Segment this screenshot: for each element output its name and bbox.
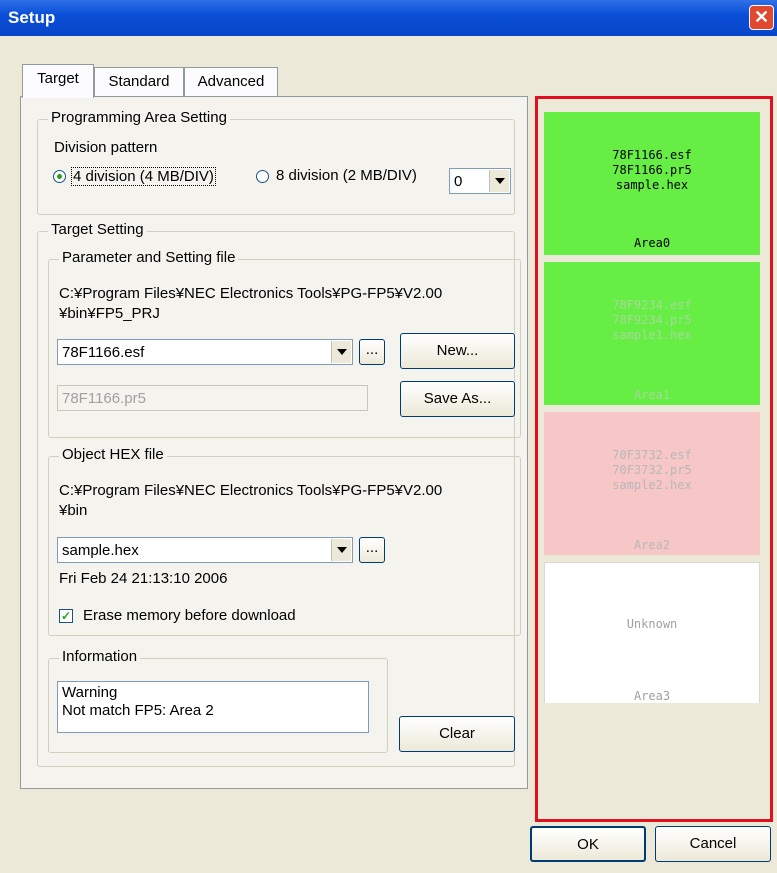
erase-memory-label[interactable]: Erase memory before download — [83, 607, 296, 624]
window-title: Setup — [8, 8, 56, 27]
new-button[interactable]: New... — [400, 333, 515, 369]
target-setting-legend: Target Setting — [48, 221, 147, 238]
cancel-button-label: Cancel — [689, 835, 737, 852]
tab-advanced-label: Advanced — [197, 73, 265, 90]
erase-memory-checkbox[interactable]: ✓ — [59, 609, 73, 623]
clear-button[interactable]: Clear — [399, 716, 515, 752]
radio-8-division-label[interactable]: 8 division (2 MB/DIV) — [276, 167, 417, 184]
information-line2: Not match FP5: Area 2 — [62, 702, 214, 719]
pr5-file-field: 78F1166.pr5 — [57, 385, 368, 411]
parameter-file-legend: Parameter and Setting file — [59, 249, 239, 266]
ok-button-label: OK — [577, 836, 599, 853]
hex-path-line1: C:¥Program Files¥NEC Electronics Tools¥P… — [59, 482, 443, 499]
chevron-down-icon[interactable] — [331, 341, 351, 363]
area-number-value: 0 — [454, 173, 463, 190]
pr5-file-value: 78F1166.pr5 — [62, 390, 146, 407]
close-button[interactable]: ✕ — [749, 5, 774, 30]
hex-timestamp: Fri Feb 24 21:13:10 2006 — [59, 570, 228, 587]
chevron-down-icon[interactable] — [489, 170, 509, 192]
chevron-down-icon[interactable] — [331, 539, 351, 561]
cancel-button[interactable]: Cancel — [655, 826, 771, 862]
information-legend: Information — [59, 648, 141, 665]
tab-advanced[interactable]: Advanced — [184, 67, 278, 97]
information-text: Warning Not match FP5: Area 2 — [57, 681, 369, 733]
hex-file-select[interactable]: sample.hex — [57, 537, 353, 563]
parameter-path-line2: ¥bin¥FP5_PRJ — [59, 305, 160, 322]
parameter-path-line1: C:¥Program Files¥NEC Electronics Tools¥P… — [59, 285, 443, 302]
radio-4-division[interactable] — [53, 170, 66, 183]
tab-target-label: Target — [37, 70, 79, 87]
setup-dialog: Setup ✕ Target Standard Advanced Program… — [0, 0, 777, 873]
radio-8-division[interactable] — [256, 170, 269, 183]
clear-button-label: Clear — [439, 725, 475, 742]
division-pattern-label: Division pattern — [54, 139, 158, 156]
esf-file-value: 78F1166.esf — [62, 344, 145, 361]
new-button-label: New... — [436, 342, 479, 359]
radio-4-division-label[interactable]: 4 division (4 MB/DIV) — [71, 167, 216, 186]
hex-browse-label: ... — [365, 539, 379, 556]
hex-file-value: sample.hex — [62, 542, 139, 559]
esf-file-select[interactable]: 78F1166.esf — [57, 339, 353, 365]
save-as-button-label: Save As... — [423, 390, 492, 407]
programming-area-legend: Programming Area Setting — [48, 109, 230, 126]
save-as-button[interactable]: Save As... — [400, 381, 515, 417]
hex-file-legend: Object HEX file — [59, 446, 167, 463]
close-icon: ✕ — [753, 7, 770, 27]
ok-button[interactable]: OK — [530, 826, 646, 862]
esf-browse-button[interactable]: ... — [359, 339, 385, 365]
information-line1: Warning — [62, 684, 118, 701]
tab-standard[interactable]: Standard — [94, 67, 184, 97]
area-number-select[interactable]: 0 — [449, 168, 511, 194]
tab-target[interactable]: Target — [22, 64, 94, 98]
tab-standard-label: Standard — [108, 73, 170, 90]
highlight-frame — [535, 96, 773, 822]
hex-path-line2: ¥bin — [59, 502, 88, 519]
title-bar[interactable]: Setup ✕ — [0, 0, 777, 36]
esf-browse-label: ... — [365, 341, 379, 358]
hex-browse-button[interactable]: ... — [359, 537, 385, 563]
